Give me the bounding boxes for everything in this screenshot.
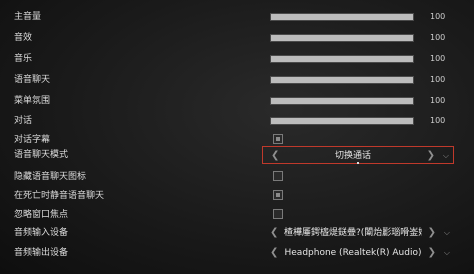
option-indicator-dot	[357, 162, 359, 164]
ignore-focus-label: 忽略窗口焦点	[14, 210, 69, 220]
music-volume-slider[interactable]	[270, 55, 414, 63]
voice-chat-mode-row: 语音聊天模式 ❮ 切换通话 ❯ ⌵	[0, 146, 474, 164]
chevron-down-icon[interactable]: ⌵	[443, 147, 449, 165]
menu-ambience-volume-value: 100	[430, 96, 446, 105]
mute-voice-dead-label: 在死亡时静音语音聊天	[14, 191, 105, 201]
chevron-left-icon[interactable]: ❮	[270, 244, 278, 262]
chevron-right-icon[interactable]: ❯	[427, 147, 435, 165]
sfx-volume-label: 音效	[14, 33, 33, 43]
music-volume-value: 100	[430, 54, 446, 63]
output-device-selector[interactable]: ❮ Headphone (Realtek(R) Audio) ❯ ⌵	[262, 244, 454, 262]
voice-chat-mode-label: 语音聊天模式	[14, 150, 69, 160]
ignore-focus-checkbox[interactable]	[273, 209, 283, 219]
menu-ambience-volume-label: 菜单氛围	[14, 96, 51, 106]
input-device-label: 音频输入设备	[14, 228, 69, 238]
slider-row-menu: 菜单氛围 100	[0, 92, 474, 110]
voice-chat-volume-value: 100	[430, 75, 446, 84]
chevron-down-icon[interactable]: ⌵	[444, 224, 450, 242]
chevron-down-icon[interactable]: ⌵	[444, 244, 450, 262]
chevron-right-icon[interactable]: ❯	[428, 224, 436, 242]
slider-row-master: 主音量 100	[0, 8, 474, 26]
voice-chat-volume-label: 语音聊天	[14, 75, 51, 85]
voice-chat-volume-slider[interactable]	[270, 76, 414, 84]
chevron-left-icon[interactable]: ❮	[271, 147, 279, 165]
hide-voice-icon-label: 隐藏语音聊天图标	[14, 172, 87, 182]
menu-ambience-volume-slider[interactable]	[270, 97, 414, 105]
chevron-right-icon[interactable]: ❯	[428, 244, 436, 262]
slider-fill	[271, 77, 413, 83]
slider-row-voice: 语音聊天 100	[0, 71, 474, 89]
sfx-volume-slider[interactable]	[270, 34, 414, 42]
mute-voice-dead-checkbox[interactable]	[273, 190, 283, 200]
dialogue-volume-label: 对话	[14, 116, 33, 126]
dialogue-volume-value: 100	[430, 116, 446, 125]
slider-fill	[271, 14, 413, 20]
input-device-row: 音频输入设备 ❮ 楂樺厜鍔橀煶鎹曡?(闈炲彲瑙嗗崟姣嶅枒閬撳) ❯ ⌵	[0, 224, 474, 242]
mute-voice-dead-row: 在死亡时静音语音聊天	[0, 187, 474, 205]
dialogue-subtitles-checkbox[interactable]	[273, 134, 283, 144]
master-volume-label: 主音量	[14, 12, 42, 22]
slider-row-sfx: 音效 100	[0, 29, 474, 47]
output-device-label: 音频输出设备	[14, 248, 69, 258]
chevron-left-icon[interactable]: ❮	[270, 224, 278, 242]
slider-fill	[271, 56, 413, 62]
ignore-focus-row: 忽略窗口焦点	[0, 206, 474, 224]
hide-voice-icon-checkbox[interactable]	[273, 171, 283, 181]
voice-chat-mode-value: 切换通话	[334, 151, 371, 161]
hide-voice-icon-row: 隐藏语音聊天图标	[0, 168, 474, 186]
output-device-row: 音频输出设备 ❮ Headphone (Realtek(R) Audio) ❯ …	[0, 244, 474, 262]
slider-fill	[271, 118, 413, 124]
voice-chat-mode-selector[interactable]: ❮ 切换通话 ❯ ⌵	[262, 146, 454, 164]
output-device-value: Headphone (Realtek(R) Audio)	[284, 248, 422, 258]
slider-fill	[271, 35, 413, 41]
dialogue-volume-slider[interactable]	[270, 117, 414, 125]
music-volume-label: 音乐	[14, 54, 33, 64]
input-device-value: 楂樺厜鍔橀煶鎹曡?(闈炲彲瑙嗗崟姣嶅枒閬撳)	[284, 228, 422, 238]
input-device-selector[interactable]: ❮ 楂樺厜鍔橀煶鎹曡?(闈炲彲瑙嗗崟姣嶅枒閬撳) ❯ ⌵	[262, 224, 454, 242]
sfx-volume-value: 100	[430, 33, 446, 42]
slider-row-dialogue: 对话 100	[0, 112, 474, 130]
slider-row-music: 音乐 100	[0, 50, 474, 68]
master-volume-slider[interactable]	[270, 13, 414, 21]
slider-fill	[271, 98, 413, 104]
master-volume-value: 100	[430, 12, 446, 21]
